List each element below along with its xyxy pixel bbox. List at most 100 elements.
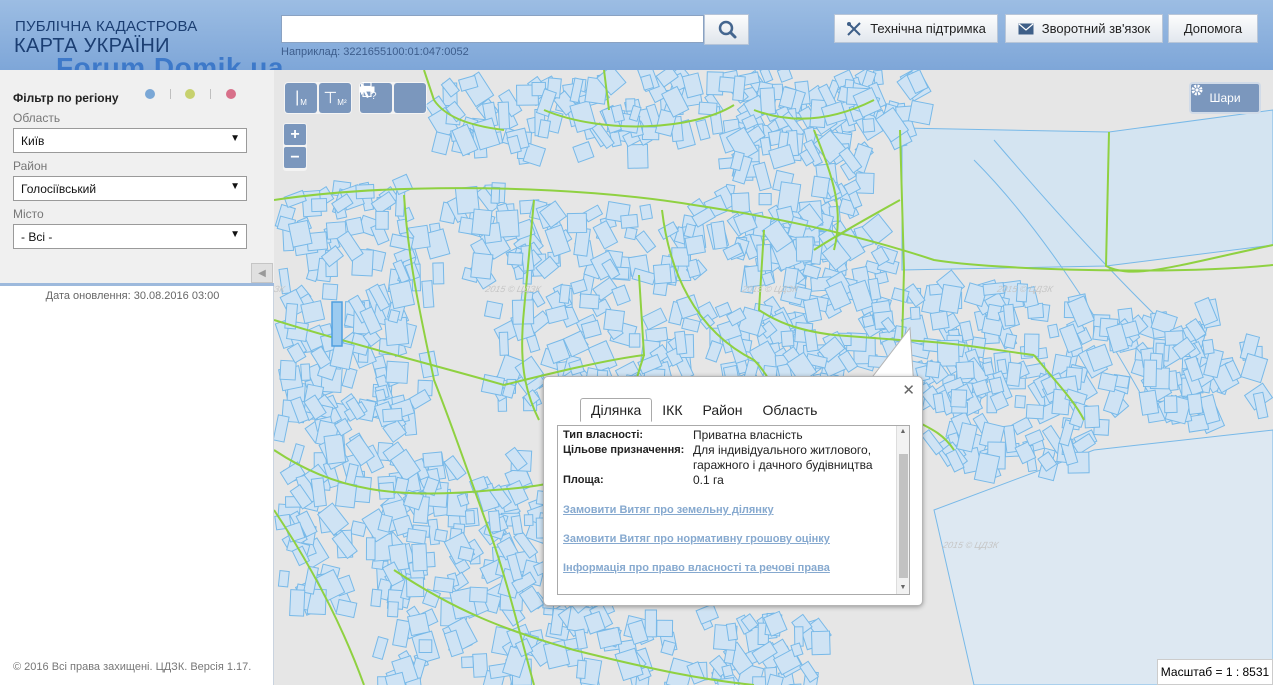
ownership-info-link[interactable]: Інформація про право власності та речові… — [563, 562, 830, 574]
map-parcel — [365, 537, 376, 561]
order-valuation-link[interactable]: Замовити Витяг про нормативну грошову оц… — [563, 533, 830, 545]
cadastral-map[interactable]: 2015 © ЦДЗК 2015 © ЦДЗК 2015 © ЦДЗК 2015 © … — [274, 70, 1273, 685]
tab-rayon[interactable]: Район — [693, 399, 753, 421]
map-parcel — [392, 618, 412, 648]
filter-dot-yellow[interactable] — [185, 89, 195, 99]
map-parcel — [1186, 393, 1204, 416]
map-parcel — [274, 414, 290, 443]
map-parcel — [418, 639, 433, 654]
map-parcel — [955, 360, 975, 380]
map-watermark: 2015 © ЦДЗК — [483, 284, 542, 294]
oblast-select[interactable]: Київ ▼ — [13, 128, 247, 153]
oblast-label: Область — [13, 111, 61, 125]
rayon-label: Район — [13, 159, 48, 173]
map-parcel — [471, 208, 493, 237]
popup-tabs: Ділянка ІКК Район Область — [580, 397, 828, 422]
map-parcel — [799, 660, 820, 683]
dropdown-arrow-icon: ▼ — [230, 229, 240, 240]
misto-label: Місто — [13, 207, 44, 221]
tab-ikk[interactable]: ІКК — [652, 399, 692, 421]
map-parcel — [483, 300, 504, 320]
tools-toolbar: ? — [359, 82, 427, 114]
map-parcel — [487, 510, 502, 533]
map-parcel — [576, 659, 587, 680]
map-parcel — [490, 186, 501, 204]
rayon-select[interactable]: Голосіївський ▼ — [13, 176, 247, 201]
search-icon — [718, 20, 737, 39]
map-parcel — [579, 293, 600, 310]
map-parcel — [620, 213, 639, 229]
map-parcel — [780, 330, 795, 348]
tab-parcel[interactable]: Ділянка — [580, 398, 653, 422]
map-parcel — [1023, 333, 1040, 357]
map-parcel — [758, 192, 772, 206]
map-parcel — [725, 622, 739, 642]
parcel-info-popup: ✕ Ділянка ІКК Район Область Тип власност… — [543, 376, 923, 606]
scroll-thumb[interactable] — [899, 454, 908, 578]
tech-support-button[interactable]: Технічна підтримка — [834, 14, 998, 43]
popup-scrollbar[interactable]: ▲ ▼ — [896, 426, 909, 594]
map-parcel — [795, 236, 814, 262]
map-parcel — [391, 173, 414, 196]
feedback-label: Зворотний зв'язок — [1041, 21, 1151, 36]
field-value: Для індивідуального житлового, гаражного… — [693, 443, 873, 472]
tab-oblast[interactable]: Область — [753, 399, 828, 421]
map-parcel — [810, 175, 831, 199]
map-parcel — [341, 366, 358, 389]
map-parcel — [472, 653, 489, 678]
map-parcel — [641, 307, 668, 331]
identify-button[interactable]: ? — [361, 83, 426, 113]
scroll-down-icon[interactable]: ▼ — [897, 582, 909, 594]
map-parcel — [938, 283, 963, 314]
region-filter: Фільтр по регіону Область Київ ▼ Район Г… — [0, 70, 274, 286]
map-parcel — [674, 330, 688, 355]
collapse-panel-button[interactable]: ◀ — [251, 263, 273, 283]
zoom-out-button[interactable]: − — [284, 147, 306, 168]
map-parcel — [698, 101, 718, 116]
map-parcel — [387, 601, 399, 618]
map-parcel — [684, 234, 706, 256]
map-parcel — [656, 619, 674, 638]
map-parcel — [370, 588, 383, 608]
map-parcel — [382, 407, 403, 423]
scale-indicator: Масштаб = 1 : 8531 — [1157, 659, 1273, 685]
cursor-question-icon: ? — [361, 83, 377, 100]
map-parcel — [374, 388, 387, 402]
map-parcel — [331, 530, 358, 560]
misto-select[interactable]: - Всі - ▼ — [13, 224, 247, 249]
filter-dot-red[interactable] — [226, 89, 236, 99]
map-parcel — [705, 340, 724, 363]
map-parcel — [421, 588, 442, 609]
layers-button[interactable]: Шари — [1189, 82, 1261, 114]
help-button[interactable]: Допомога — [1168, 14, 1258, 43]
map-parcel — [566, 212, 588, 234]
map-parcel — [759, 87, 777, 115]
map-parcel — [457, 545, 475, 562]
map-parcel — [407, 612, 431, 637]
map-parcel — [433, 576, 455, 594]
map-parcel — [335, 598, 358, 619]
map-parcel — [1201, 338, 1215, 355]
search-button[interactable] — [704, 14, 749, 45]
area-icon: ⊤ — [323, 90, 338, 107]
measure-area-button[interactable]: ⊤ М² — [319, 83, 351, 113]
order-extract-link[interactable]: Замовити Витяг про земельну ділянку — [563, 504, 774, 516]
copyright: © 2016 Всі права захищені. ЦДЗК. Версія … — [13, 661, 252, 673]
scroll-up-icon[interactable]: ▲ — [897, 426, 909, 438]
measure-distance-button[interactable]: | М — [285, 83, 317, 113]
measure-distance-label: М — [300, 97, 307, 107]
feedback-button[interactable]: Зворотний зв'язок — [1005, 14, 1163, 43]
filter-dot-blue[interactable] — [145, 89, 155, 99]
close-icon[interactable]: ✕ — [902, 381, 915, 399]
map-parcel — [1083, 405, 1101, 429]
measure-area-label: М² — [337, 97, 347, 107]
map-parcel — [752, 161, 772, 192]
map-parcel — [861, 314, 876, 329]
cadastral-search-input[interactable] — [281, 15, 704, 43]
map-parcel — [469, 586, 488, 603]
map-parcel — [901, 127, 1110, 271]
filter-divider — [210, 89, 211, 99]
map-parcel — [300, 300, 326, 324]
map-parcel — [460, 656, 474, 669]
zoom-in-button[interactable]: + — [284, 124, 306, 145]
